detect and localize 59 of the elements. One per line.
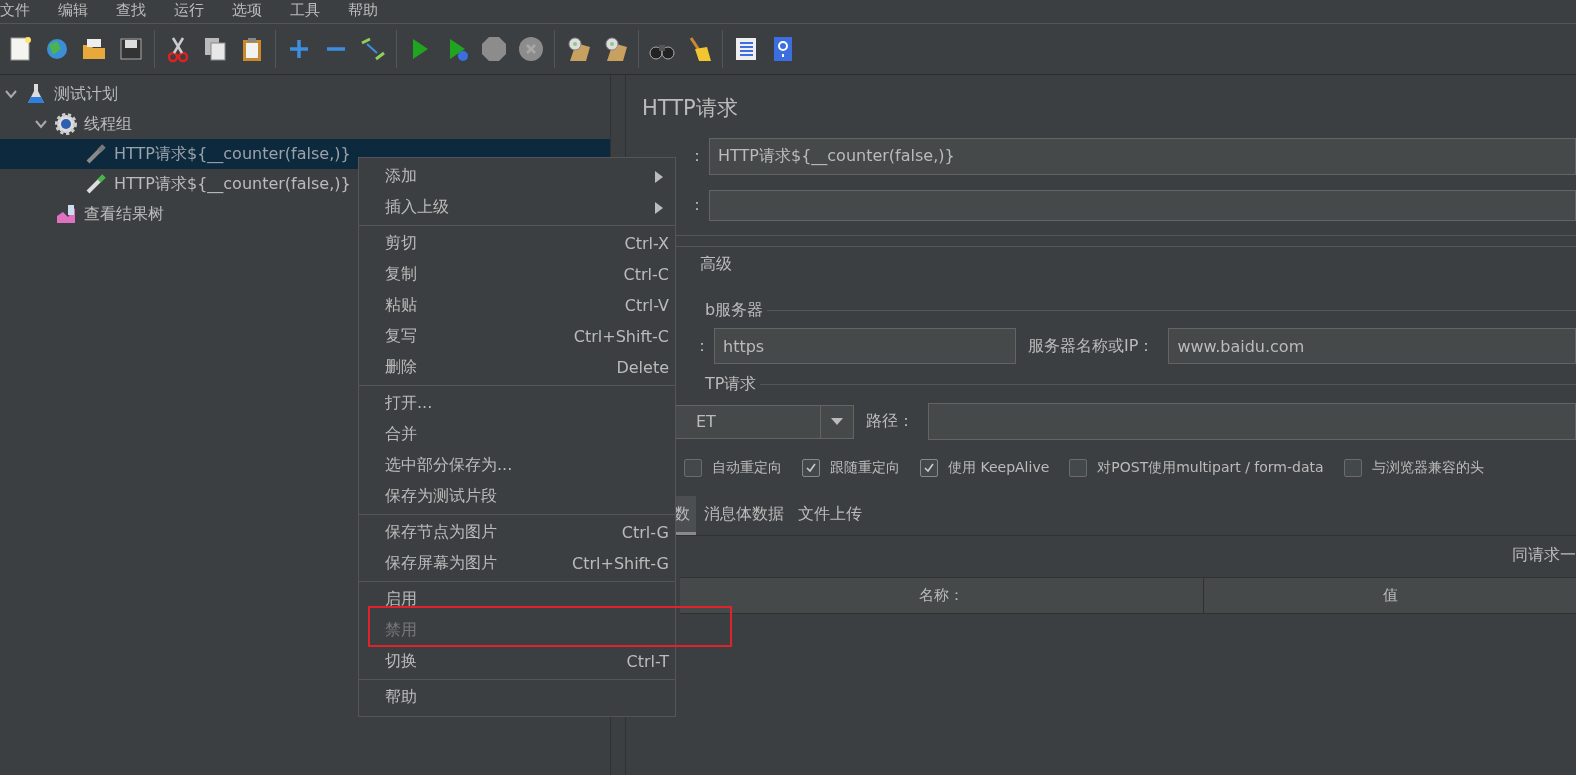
menu-item[interactable]: 选项 bbox=[229, 1, 275, 19]
path-field[interactable] bbox=[928, 403, 1576, 440]
checkbox[interactable]: 对POST使用multipart / form-data bbox=[1069, 459, 1324, 477]
tree-item[interactable]: 线程组 bbox=[0, 109, 610, 139]
checkbox[interactable]: 与浏览器兼容的头 bbox=[1343, 459, 1484, 477]
menu-item[interactable]: 切换 Ctrl-T bbox=[359, 646, 675, 677]
menu-item[interactable]: 插入上级 bbox=[359, 192, 675, 223]
menu-item[interactable]: 复写 Ctrl+Shift-C bbox=[359, 321, 675, 352]
field-label: ： bbox=[694, 335, 710, 357]
name-field[interactable]: HTTP请求${__counter(false,)} bbox=[709, 138, 1576, 175]
menu-item[interactable]: 复制 Ctrl-C bbox=[359, 259, 675, 290]
menu-item[interactable]: 运行 bbox=[171, 1, 217, 19]
menu-item[interactable]: 删除 Delete bbox=[359, 352, 675, 383]
menu-item[interactable]: 选中部分保存为... bbox=[359, 450, 675, 481]
panel-title: HTTP请求 bbox=[642, 95, 739, 122]
chart-icon bbox=[54, 202, 78, 226]
menu-item[interactable]: 启用 bbox=[359, 584, 675, 615]
save-icon[interactable] bbox=[117, 35, 145, 63]
column-header[interactable]: 值 bbox=[1204, 578, 1576, 613]
menu-item[interactable]: 文件 bbox=[0, 1, 43, 19]
checkbox[interactable]: 自动重定向 bbox=[684, 459, 782, 477]
tree-item[interactable]: 测试计划 bbox=[0, 79, 610, 109]
tab[interactable]: 消息体数据 bbox=[698, 496, 790, 535]
tree-label: HTTP请求${__counter(false,)} bbox=[114, 143, 351, 165]
tree-label: 查看结果树 bbox=[84, 203, 164, 225]
tree-label: HTTP请求${__counter(false,)} bbox=[114, 173, 351, 195]
gear-icon bbox=[54, 112, 78, 136]
menu-item[interactable]: 保存屏幕为图片 Ctrl+Shift-G bbox=[359, 548, 675, 579]
caret-icon bbox=[831, 417, 843, 426]
pipette-icon bbox=[84, 172, 108, 196]
field-label: ： bbox=[689, 195, 705, 216]
tab[interactable]: 文件上传 bbox=[792, 496, 868, 535]
menu-item[interactable]: 查找 bbox=[113, 1, 159, 19]
check-icon bbox=[805, 462, 817, 474]
group-legend: TP请求 bbox=[705, 374, 757, 395]
menu-item[interactable]: 编辑 bbox=[55, 1, 101, 19]
tab[interactable]: 高级 bbox=[700, 253, 732, 275]
tree-label: 测试计划 bbox=[54, 83, 118, 105]
column-header[interactable]: 名称： bbox=[680, 578, 1204, 613]
tree-label: 线程组 bbox=[84, 113, 132, 135]
menu-item[interactable]: 工具 bbox=[287, 1, 333, 19]
field-label: 路径： bbox=[865, 411, 915, 432]
protocol-field[interactable]: https bbox=[714, 328, 1016, 364]
table-caption: 同请求一 bbox=[1512, 545, 1576, 564]
menu-item[interactable]: 保存节点为图片 Ctrl-G bbox=[359, 517, 675, 548]
server-field[interactable]: www.baidu.com bbox=[1168, 328, 1576, 364]
menu-item[interactable]: 保存为测试片段 bbox=[359, 481, 675, 512]
comment-field[interactable] bbox=[709, 190, 1576, 221]
checkbox[interactable]: 跟随重定向 bbox=[802, 459, 900, 477]
menu-item[interactable]: 帮助 bbox=[359, 682, 675, 713]
field-label: ： bbox=[689, 146, 705, 167]
field-label: 服务器名称或IP： bbox=[1027, 335, 1156, 357]
checkbox[interactable]: 使用 KeepAlive bbox=[920, 459, 1050, 477]
menu-item[interactable]: 剪切 Ctrl-X bbox=[359, 228, 675, 259]
group-legend: b服务器 bbox=[705, 300, 764, 321]
menu-item[interactable]: 粘贴 Ctrl-V bbox=[359, 290, 675, 321]
pipette-icon bbox=[84, 142, 108, 166]
menu-item[interactable]: 帮助 bbox=[345, 1, 391, 19]
check-icon bbox=[923, 462, 935, 474]
